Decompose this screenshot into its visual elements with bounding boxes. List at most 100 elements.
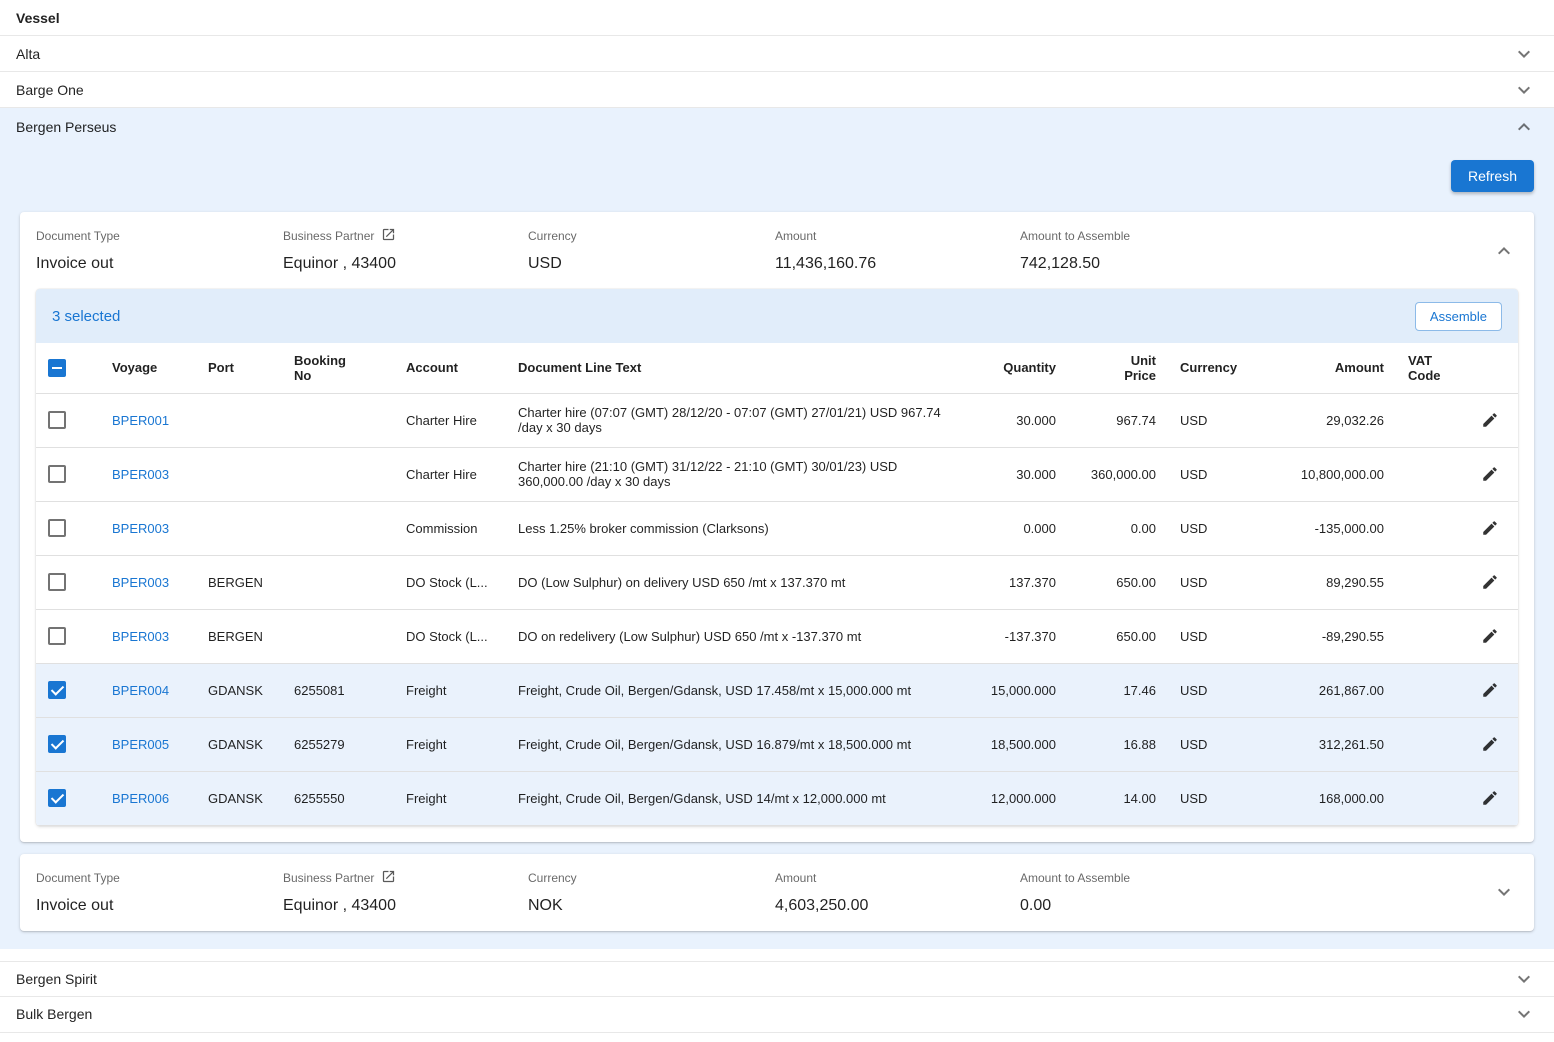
vat-code-cell (1396, 447, 1462, 501)
unit-price-cell: 650.00 (1068, 555, 1168, 609)
vat-code-cell (1396, 501, 1462, 555)
document-line-text-cell: Freight, Crude Oil, Bergen/Gdansk, USD 1… (506, 663, 968, 717)
accordion-barge-one[interactable]: Barge One (0, 72, 1554, 108)
accordion-bulk-bergen-label: Bulk Bergen (16, 1006, 92, 1022)
accordion-bergen-spirit[interactable]: Bergen Spirit (0, 961, 1554, 997)
column-header-actions (1462, 343, 1518, 393)
accordion-alta-label: Alta (16, 46, 40, 62)
currency-cell: USD (1168, 771, 1248, 825)
field-amount-label: Amount (775, 870, 1020, 886)
field-amount-to-assemble: Amount to Assemble 742,128.50 (1020, 228, 1484, 273)
external-link-icon[interactable] (381, 869, 396, 887)
field-amount-value: 11,436,160.76 (775, 255, 1020, 273)
page-title: Vessel (16, 10, 60, 26)
chevron-up-icon (1492, 239, 1516, 263)
row-checkbox[interactable] (48, 627, 66, 645)
edit-icon[interactable] (1477, 677, 1503, 703)
field-document-type-label: Document Type (36, 228, 283, 244)
field-currency-label: Currency (528, 228, 775, 244)
accordion-alta[interactable]: Alta (0, 36, 1554, 72)
checkbox-cell (36, 609, 100, 663)
quantity-cell: 137.370 (968, 555, 1068, 609)
currency-cell: USD (1168, 501, 1248, 555)
row-checkbox[interactable] (48, 465, 66, 483)
vat-code-cell (1396, 663, 1462, 717)
field-document-type: Document Type Invoice out (36, 228, 283, 273)
voyage-link[interactable]: BPER003 (112, 575, 169, 590)
column-header-booking-no: Booking No (282, 343, 394, 393)
field-document-type-value: Invoice out (36, 897, 283, 915)
edit-icon[interactable] (1477, 569, 1503, 595)
table-header-row: Voyage Port Booking No Account Document … (36, 343, 1518, 393)
field-currency: Currency NOK (528, 870, 775, 915)
account-cell: Charter Hire (394, 393, 506, 447)
voyage-link[interactable]: BPER003 (112, 521, 169, 536)
chevron-down-icon (1512, 78, 1536, 102)
port-cell (196, 501, 282, 555)
voyage-link[interactable]: BPER004 (112, 683, 169, 698)
collapse-card-button[interactable] (1490, 237, 1518, 265)
edit-icon[interactable] (1477, 731, 1503, 757)
unit-price-cell: 0.00 (1068, 501, 1168, 555)
page-title-row: Vessel (0, 0, 1554, 36)
edit-icon[interactable] (1477, 515, 1503, 541)
voyage-link[interactable]: BPER003 (112, 629, 169, 644)
amount-cell: 261,867.00 (1248, 663, 1396, 717)
field-business-partner-label: Business Partner (283, 871, 374, 885)
row-checkbox[interactable] (48, 789, 66, 807)
account-cell: Charter Hire (394, 447, 506, 501)
unit-price-cell: 17.46 (1068, 663, 1168, 717)
currency-cell: USD (1168, 663, 1248, 717)
field-business-partner: Business Partner Equinor , 43400 (283, 228, 528, 273)
expand-card-button[interactable] (1490, 878, 1518, 906)
edit-icon[interactable] (1477, 785, 1503, 811)
column-header-voyage: Voyage (100, 343, 196, 393)
column-header-currency: Currency (1168, 343, 1248, 393)
document-card-nok: Document Type Invoice out Business Partn… (20, 854, 1534, 931)
vat-code-cell (1396, 609, 1462, 663)
voyage-link[interactable]: BPER003 (112, 467, 169, 482)
table-row: BPER003 Charter Hire Charter hire (21:10… (36, 447, 1518, 501)
row-checkbox[interactable] (48, 735, 66, 753)
unit-price-cell: 967.74 (1068, 393, 1168, 447)
booking-no-cell (282, 555, 394, 609)
field-amount-label: Amount (775, 228, 1020, 244)
voyage-link[interactable]: BPER001 (112, 413, 169, 428)
field-business-partner-value: Equinor , 43400 (283, 255, 528, 273)
selected-count: 3 selected (52, 308, 120, 325)
assemble-button[interactable]: Assemble (1415, 302, 1502, 331)
table-row: BPER001 Charter Hire Charter hire (07:07… (36, 393, 1518, 447)
unit-price-cell: 650.00 (1068, 609, 1168, 663)
accordion-bergen-perseus[interactable]: Bergen Perseus (0, 108, 1554, 146)
field-business-partner-label: Business Partner (283, 229, 374, 243)
voyage-link[interactable]: BPER006 (112, 791, 169, 806)
edit-icon[interactable] (1477, 461, 1503, 487)
edit-icon[interactable] (1477, 623, 1503, 649)
row-checkbox[interactable] (48, 519, 66, 537)
document-line-text-cell: Freight, Crude Oil, Bergen/Gdansk, USD 1… (506, 717, 968, 771)
select-all-checkbox[interactable] (48, 359, 66, 377)
row-checkbox[interactable] (48, 411, 66, 429)
booking-no-cell: 6255279 (282, 717, 394, 771)
amount-cell: 29,032.26 (1248, 393, 1396, 447)
accordion-bulk-bergen[interactable]: Bulk Bergen (0, 997, 1554, 1033)
field-amount-to-assemble-value: 0.00 (1020, 897, 1484, 915)
row-checkbox[interactable] (48, 681, 66, 699)
account-cell: Freight (394, 771, 506, 825)
unit-price-cell: 360,000.00 (1068, 447, 1168, 501)
row-checkbox[interactable] (48, 573, 66, 591)
invoice-lines-table: Voyage Port Booking No Account Document … (36, 343, 1518, 826)
column-header-unit-price: Unit Price (1068, 343, 1168, 393)
quantity-cell: 15,000.000 (968, 663, 1068, 717)
refresh-button[interactable]: Refresh (1451, 160, 1534, 192)
external-link-icon[interactable] (381, 227, 396, 245)
selection-toolbar: 3 selected Assemble (36, 289, 1518, 343)
document-line-text-cell: Freight, Crude Oil, Bergen/Gdansk, USD 1… (506, 771, 968, 825)
quantity-cell: 30.000 (968, 393, 1068, 447)
booking-no-cell (282, 447, 394, 501)
edit-icon[interactable] (1477, 407, 1503, 433)
voyage-link[interactable]: BPER005 (112, 737, 169, 752)
quantity-cell: 30.000 (968, 447, 1068, 501)
booking-no-cell (282, 501, 394, 555)
unit-price-cell: 16.88 (1068, 717, 1168, 771)
